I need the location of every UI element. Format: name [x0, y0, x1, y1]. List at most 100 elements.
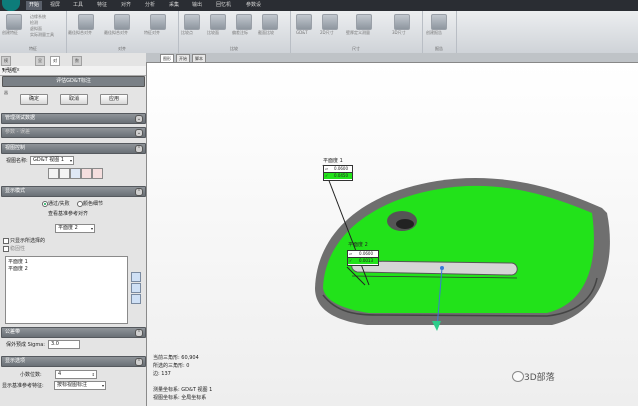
- ribbon-group-features: 创建特征 边缘系统 检测 虚拟面 实际测量工具 特征: [0, 11, 67, 53]
- deviation-label-icon[interactable]: [236, 14, 252, 30]
- flatness-icon: ▱: [325, 166, 329, 171]
- view-name-select[interactable]: GD&T 视图 1 ▾: [30, 156, 74, 165]
- radio-pass-fail-label: 通过/失败: [48, 201, 70, 207]
- tab-script[interactable]: 脚本: [192, 54, 206, 63]
- section-tolerance[interactable]: 公差带 ⌃: [1, 327, 146, 338]
- checkbox-stability-label: 稳固性: [10, 246, 26, 252]
- grid-icon[interactable]: [131, 272, 141, 282]
- create-report-icon[interactable]: [431, 14, 447, 30]
- compare-point-label: 比较点: [181, 30, 193, 35]
- view-properties-icon[interactable]: [48, 168, 59, 179]
- view-remove-icon[interactable]: [81, 168, 92, 179]
- checkbox-show-selected-label: 只显示所选择的: [10, 238, 46, 244]
- tab-graphics[interactable]: 图形: [160, 54, 174, 63]
- hide-icon[interactable]: [131, 294, 141, 304]
- chevron-down-icon: ▾: [69, 158, 72, 163]
- collapse-icon[interactable]: ⌃: [135, 145, 143, 153]
- menu-bar: 开始 视屏 工具 特征 对齐 分析 采集 输出 回忆机 参数设: [0, 0, 638, 11]
- ref-feature-label: 显示基准参考特征:: [2, 383, 44, 389]
- section-display[interactable]: 显示模式 ⌃: [1, 186, 146, 197]
- callout-2[interactable]: ▱ 0.0600 ✓ 0.0013: [347, 250, 379, 266]
- menu-tab-analysis[interactable]: 分析: [145, 2, 155, 9]
- view-camera-icon[interactable]: [59, 168, 70, 179]
- 2d-dimension-icon[interactable]: [322, 14, 338, 30]
- feature-select[interactable]: 平面度 2 ▾: [55, 224, 95, 233]
- 3d-dimension-icon[interactable]: [394, 14, 410, 30]
- wechat-icon: [512, 371, 524, 382]
- section-data[interactable]: 管理测试数据 ⌄: [1, 113, 146, 124]
- collapse-icon[interactable]: ⌃: [135, 358, 143, 366]
- status-measure-coord: 测量坐标系: GD&T 视图 1: [153, 387, 213, 393]
- apply-button[interactable]: 应用: [100, 94, 128, 105]
- tab-display[interactable]: 显示: [35, 56, 45, 71]
- chevron-down-icon: ▾: [101, 383, 104, 388]
- section-extra[interactable]: 参数 - 误差 ⌄: [1, 127, 146, 138]
- panel-window-controls[interactable]: ▾ 4 × x: [2, 67, 144, 73]
- option-measure-tool[interactable]: 实际测量工具: [30, 32, 54, 38]
- menu-tab-params[interactable]: 参数设: [246, 2, 261, 9]
- group-label-align: 对齐: [118, 46, 126, 51]
- watermark-text: 3D部落: [524, 373, 555, 383]
- menu-tab-home[interactable]: 开始: [26, 1, 43, 10]
- menu-tab-features[interactable]: 特征: [97, 2, 107, 9]
- tab-model-manager[interactable]: 模型管理器: [1, 56, 11, 95]
- callout-2-tolerance: 0.0600: [359, 251, 373, 256]
- app-logo-icon[interactable]: [2, 0, 20, 11]
- gdt-icon[interactable]: [296, 14, 312, 30]
- feature-list[interactable]: 平面度 1 平面度 2: [5, 256, 128, 324]
- checkbox-stability[interactable]: [3, 246, 9, 252]
- collapse-icon[interactable]: ⌃: [135, 188, 143, 196]
- check-icon: ✓: [349, 258, 353, 263]
- group-label-dimension: 尺寸: [352, 46, 360, 51]
- menu-tab-tools[interactable]: 工具: [73, 2, 83, 9]
- decimals-stepper[interactable]: 4 ⇕: [55, 370, 97, 379]
- checkbox-show-selected[interactable]: [3, 238, 9, 244]
- ref-feature-select[interactable]: 按标视图标注 ▾: [54, 381, 106, 390]
- menu-tab-recall[interactable]: 回忆机: [216, 2, 231, 9]
- chevron-down-icon: ⇕: [91, 372, 95, 377]
- best-fit-align-icon[interactable]: [78, 14, 94, 30]
- feature-align-icon[interactable]: [150, 14, 166, 30]
- list-item[interactable]: 平面度 2: [8, 265, 28, 272]
- ok-button[interactable]: 确定: [20, 94, 48, 105]
- menu-tab-output[interactable]: 输出: [192, 2, 202, 9]
- tab-dialog[interactable]: 对话框: [50, 56, 60, 79]
- callout-1[interactable]: ▱ 0.0600 ✓ 0.0450: [323, 165, 353, 181]
- part-model[interactable]: [147, 63, 638, 406]
- feature-align-label: 特征对齐: [144, 30, 160, 35]
- section-compare-icon[interactable]: [262, 14, 278, 30]
- group-label-features: 特征: [29, 46, 37, 51]
- best-fit-align-2-icon[interactable]: [114, 14, 130, 30]
- status-edges: 边: 137: [153, 371, 171, 377]
- expand-icon[interactable]: ⌄: [135, 115, 143, 123]
- ref-feature-value: 按标视图标注: [57, 382, 88, 388]
- collapse-icon[interactable]: ⌃: [135, 329, 143, 337]
- create-report-label: 创建报告: [426, 30, 442, 35]
- eye-icon[interactable]: [131, 283, 141, 293]
- graphics-viewport[interactable]: 平面度 1 ▱ 0.0600 ✓ 0.0450 平面度 2 ▱ 0.0600 ✓…: [147, 63, 638, 406]
- tab-start[interactable]: 开始: [176, 54, 190, 63]
- section-display-label: 显示模式: [5, 188, 26, 194]
- datum-align-label: 查看基准参考对齐: [48, 211, 89, 217]
- expand-icon[interactable]: ⌄: [135, 129, 143, 137]
- create-feature-icon[interactable]: [6, 14, 22, 30]
- list-item[interactable]: 平面度 1: [8, 258, 28, 265]
- ribbon-group-compare: 比较点 比较面 偏差注标 截面比较 比较: [178, 11, 291, 53]
- callout-1-measured-row: ✓ 0.0450: [324, 173, 352, 179]
- axis-arrow-icon: [432, 321, 441, 331]
- menu-tab-align[interactable]: 对齐: [121, 2, 131, 9]
- sigma-input[interactable]: 3.0: [48, 340, 80, 349]
- cancel-button[interactable]: 取消: [60, 94, 88, 105]
- menu-tab-view[interactable]: 视屏: [50, 2, 60, 9]
- view-delete-icon[interactable]: [92, 168, 103, 179]
- section-view[interactable]: 视图控制 ⌃: [1, 143, 146, 154]
- view-add-icon[interactable]: [70, 168, 81, 179]
- best-fit-align-2-label: 最佳拟合对齐: [104, 30, 128, 35]
- compare-surface-icon[interactable]: [210, 14, 226, 30]
- compare-point-icon[interactable]: [184, 14, 200, 30]
- wall-thickness-icon[interactable]: [356, 14, 372, 30]
- section-display-options[interactable]: 显示选项 ⌃: [1, 356, 146, 367]
- tab-database[interactable]: 数据库: [72, 56, 82, 79]
- menu-tab-capture[interactable]: 采集: [169, 2, 179, 9]
- gdt-label: GD&T: [296, 30, 308, 35]
